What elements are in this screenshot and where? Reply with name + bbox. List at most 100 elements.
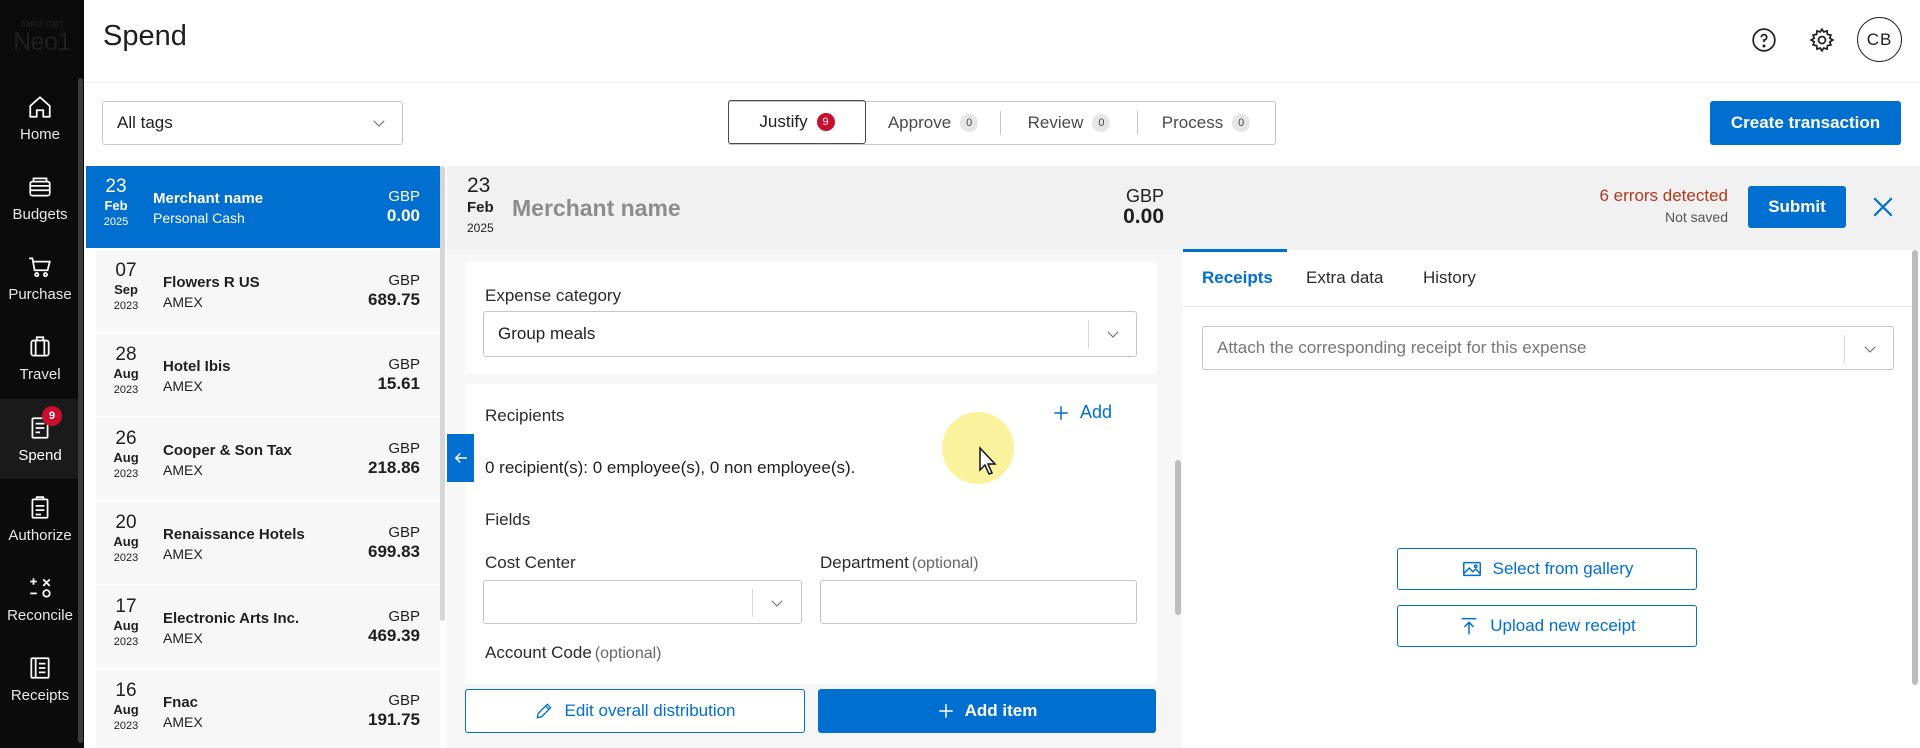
sidebar-item-authorize[interactable]: Authorize xyxy=(0,479,80,559)
upload-label: Upload new receipt xyxy=(1490,616,1636,635)
help-button[interactable] xyxy=(1750,26,1778,54)
tx-amount: 218.86 xyxy=(368,458,420,477)
select-divider xyxy=(1844,335,1845,363)
sidebar-item-label: Budgets xyxy=(12,205,68,223)
sidebar-item-label: Receipts xyxy=(10,686,70,704)
avatar[interactable]: CB xyxy=(1857,17,1902,62)
sidebar-item-label: Travel xyxy=(19,365,61,383)
upload-receipt-button[interactable]: Upload new receipt xyxy=(1397,605,1697,647)
tx-year: 2023 xyxy=(113,552,139,564)
transaction-row[interactable]: 07 Sep 2023 Flowers R US AMEX GBP 689.75 xyxy=(96,250,440,332)
tab-count-badge: 0 xyxy=(960,114,979,132)
chevron-down-icon xyxy=(373,120,385,127)
tx-source: AMEX xyxy=(163,630,203,646)
tab-label: Review xyxy=(1027,113,1084,132)
edit-distribution-button[interactable]: Edit overall distribution xyxy=(465,689,805,733)
sidebar-item-label: Purchase xyxy=(8,285,72,303)
tab-extra-data[interactable]: Extra data xyxy=(1306,268,1384,288)
tx-day: 16 xyxy=(115,680,137,701)
tab-count-badge: 9 xyxy=(816,113,835,131)
tx-year: 2025 xyxy=(103,216,129,228)
expense-category-select[interactable]: Group meals xyxy=(483,311,1137,357)
tx-merchant: Flowers R US xyxy=(163,274,260,291)
tab-approve[interactable]: Approve 0 xyxy=(866,102,1000,144)
tx-month: Aug xyxy=(113,618,139,633)
tags-select[interactable]: All tags xyxy=(102,101,403,145)
status-tabs: Justify 9 Approve 0 Review 0 Process 0 xyxy=(728,100,1276,145)
tx-year: 2023 xyxy=(113,636,139,648)
transaction-row[interactable]: 16 Aug 2023 Fnac AMEX GBP 191.75 xyxy=(96,670,440,748)
page-title: Spend xyxy=(103,20,187,52)
transaction-row[interactable]: 23 Feb 2025 Merchant name Personal Cash GB… xyxy=(86,166,440,248)
tx-year: 2023 xyxy=(113,300,139,312)
tab-active-indicator xyxy=(1183,249,1287,252)
account-code-label-group: Account Code (optional) xyxy=(485,643,662,663)
receipts-scrollbar[interactable] xyxy=(1912,250,1918,685)
sidebar-item-travel[interactable]: Travel xyxy=(0,318,80,398)
tx-year: 2023 xyxy=(113,720,139,732)
tx-day: 20 xyxy=(115,512,137,533)
tab-count-badge: 0 xyxy=(1092,114,1111,132)
tab-process[interactable]: Process 0 xyxy=(1138,102,1274,144)
gallery-label: Select from gallery xyxy=(1492,559,1634,578)
sidebar-scrollbar[interactable] xyxy=(78,78,83,743)
close-button[interactable] xyxy=(1868,192,1898,222)
add-item-button[interactable]: Add item xyxy=(818,689,1156,733)
cost-center-label: Cost Center xyxy=(485,553,576,572)
upload-icon xyxy=(1461,617,1477,635)
tx-currency: GBP xyxy=(388,608,420,625)
tx-currency: GBP xyxy=(388,524,420,541)
reconcile-icon xyxy=(30,577,51,598)
tx-amount: 15.61 xyxy=(377,374,420,393)
transaction-row[interactable]: 17 Aug 2023 Electronic Arts Inc. AMEX GBP … xyxy=(96,586,440,668)
receipts-icon xyxy=(30,656,50,679)
tx-amount: 699.83 xyxy=(368,542,420,561)
sidebar-item-home[interactable]: Home xyxy=(0,78,80,158)
transaction-row[interactable]: 26 Aug 2023 Cooper & Son Tax AMEX GBP 218.… xyxy=(96,418,440,500)
chevron-down-icon xyxy=(1107,331,1119,338)
tab-history[interactable]: History xyxy=(1423,268,1476,288)
add-recipient-button[interactable]: Add xyxy=(1052,402,1112,423)
select-divider xyxy=(752,589,753,617)
form-scrollbar[interactable] xyxy=(1175,460,1181,615)
create-transaction-button[interactable]: Create transaction xyxy=(1710,101,1901,145)
sidebar-item-purchase[interactable]: Purchase xyxy=(0,238,80,318)
attach-receipt-select[interactable]: Attach the corresponding receipt for thi… xyxy=(1202,326,1894,370)
sidebar-item-budgets[interactable]: Budgets xyxy=(0,158,80,238)
collapse-panel-button[interactable] xyxy=(447,434,474,482)
tab-label: Justify xyxy=(759,112,808,131)
receipts-tabs-divider xyxy=(1183,306,1913,307)
tx-day: 23 xyxy=(105,176,127,197)
cost-center-select[interactable] xyxy=(483,580,802,624)
recipients-summary: 0 recipient(s): 0 employee(s), 0 non emp… xyxy=(485,458,856,477)
tx-source: AMEX xyxy=(163,378,203,394)
tx-year: 2023 xyxy=(113,384,139,396)
settings-button[interactable] xyxy=(1808,26,1836,54)
department-field[interactable] xyxy=(820,580,1137,624)
tx-source: AMEX xyxy=(163,546,203,562)
sidebar-item-label: Authorize xyxy=(8,526,72,544)
select-from-gallery-button[interactable]: Select from gallery xyxy=(1397,548,1697,590)
tab-review[interactable]: Review 0 xyxy=(1001,102,1137,144)
optional-hint: (optional) xyxy=(594,645,662,662)
tx-month: Aug xyxy=(113,534,139,549)
sidebar-item-spend[interactable]: Spend xyxy=(0,399,80,479)
submit-button[interactable]: Submit xyxy=(1748,186,1846,228)
tab-receipts[interactable]: Receipts xyxy=(1202,268,1273,288)
transaction-row[interactable]: 28 Aug 2023 Hotel Ibis AMEX GBP 15.61 xyxy=(96,334,440,416)
image-icon xyxy=(1462,561,1481,577)
tab-justify[interactable]: Justify 9 xyxy=(728,100,866,144)
details-card xyxy=(465,384,1157,684)
detail-merchant: Merchant name xyxy=(512,195,681,221)
sidebar-item-receipts[interactable]: Receipts xyxy=(0,639,80,719)
sidebar-item-reconcile[interactable]: Reconcile xyxy=(0,559,80,639)
tx-merchant: Electronic Arts Inc. xyxy=(163,610,300,627)
expense-category-value: Group meals xyxy=(498,324,596,343)
errors-detected[interactable]: 6 errors detected xyxy=(1520,186,1728,206)
tx-amount: 469.39 xyxy=(368,626,420,645)
account-code-label: Account Code xyxy=(485,643,592,662)
plus-icon xyxy=(1054,405,1068,420)
tx-merchant: Hotel Ibis xyxy=(163,358,231,375)
transaction-row[interactable]: 20 Aug 2023 Renaissance Hotels AMEX GBP 69… xyxy=(96,502,440,584)
list-scrollbar[interactable] xyxy=(440,166,445,621)
